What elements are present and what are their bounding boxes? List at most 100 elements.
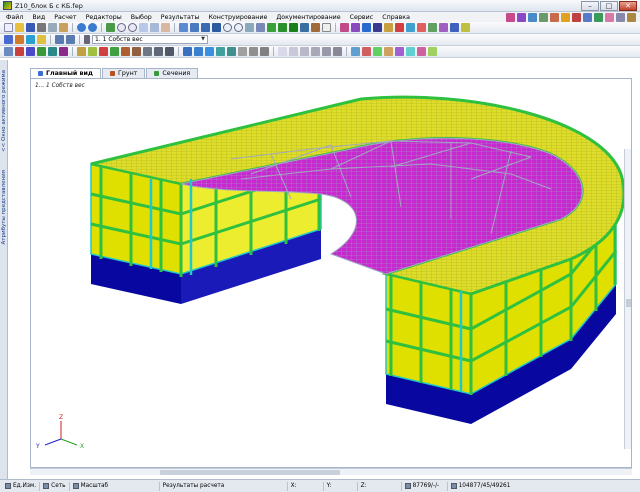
monitor-icon[interactable]	[256, 23, 265, 32]
arrow-icon[interactable]	[362, 23, 371, 32]
bar-icon[interactable]	[406, 23, 415, 32]
menu-calculation[interactable]: Расчет	[54, 14, 76, 21]
flag-icon[interactable]	[99, 47, 108, 56]
hinge-icon[interactable]	[260, 47, 269, 56]
move-icon[interactable]	[583, 12, 592, 22]
grid-icon[interactable]	[616, 12, 625, 22]
grid-cell[interactable]: Сеть	[39, 481, 68, 491]
horizontal-scroll-thumb[interactable]	[160, 470, 340, 475]
plate-icon[interactable]	[322, 47, 331, 56]
chart-icon[interactable]	[300, 23, 309, 32]
eye-icon[interactable]	[234, 23, 243, 32]
cube-icon[interactable]	[561, 12, 570, 22]
zoom-window-icon[interactable]	[139, 23, 148, 32]
loadcase-combo[interactable]: 1. 1 Собств вес ▼	[92, 35, 208, 44]
draw-icon[interactable]	[406, 47, 415, 56]
bar-icon[interactable]	[439, 23, 448, 32]
menu-service[interactable]: Сервис	[350, 14, 374, 21]
open-folder-icon[interactable]	[15, 23, 24, 32]
flag-icon[interactable]	[110, 47, 119, 56]
close-button[interactable]: ✕	[619, 1, 637, 11]
pencil-icon[interactable]	[506, 12, 515, 22]
brick-icon[interactable]	[132, 47, 141, 56]
print-icon[interactable]	[37, 23, 46, 32]
vertical-scroll-thumb[interactable]	[626, 299, 631, 307]
bar-icon[interactable]	[428, 23, 437, 32]
arrow-icon[interactable]	[66, 35, 75, 44]
save-icon[interactable]	[26, 23, 35, 32]
zoom-all-icon[interactable]	[150, 23, 159, 32]
load-icon[interactable]	[15, 35, 24, 44]
hinge-icon[interactable]	[249, 47, 258, 56]
plate-icon[interactable]	[311, 47, 320, 56]
view-front-icon[interactable]	[190, 23, 199, 32]
menu-file[interactable]: Файл	[6, 14, 23, 21]
active-mode-window-tab[interactable]: << Окно активного режима	[1, 70, 7, 152]
plate-icon[interactable]	[300, 47, 309, 56]
node-icon[interactable]	[594, 12, 603, 22]
filter-icon[interactable]	[77, 47, 86, 56]
menu-editors[interactable]: Редакторы	[86, 14, 122, 21]
copy-icon[interactable]	[48, 23, 57, 32]
chart-icon[interactable]	[278, 23, 287, 32]
eye-icon[interactable]	[223, 23, 232, 32]
draw-icon[interactable]	[351, 47, 360, 56]
mesh-icon[interactable]	[194, 47, 203, 56]
units-cell[interactable]: Ед.Изм.	[2, 482, 39, 491]
pen-icon[interactable]	[351, 23, 360, 32]
menu-help[interactable]: Справка	[382, 14, 410, 21]
steel-icon[interactable]	[154, 47, 163, 56]
support-icon[interactable]	[216, 47, 225, 56]
zoom-out-icon[interactable]	[128, 23, 137, 32]
load-icon[interactable]	[37, 35, 46, 44]
tab-sections[interactable]: Сечения	[146, 68, 199, 78]
model-viewport[interactable]: 1... 1 Собств вес Z X Y	[30, 78, 632, 468]
redo-icon[interactable]	[88, 23, 97, 32]
select-icon[interactable]	[59, 47, 68, 56]
grid-icon[interactable]	[4, 47, 13, 56]
filter-icon[interactable]	[88, 47, 97, 56]
menu-view[interactable]: Вид	[32, 14, 45, 21]
steel-icon[interactable]	[143, 47, 152, 56]
mesh-icon[interactable]	[205, 47, 214, 56]
view-iso-icon[interactable]	[179, 23, 188, 32]
pen-icon[interactable]	[340, 23, 349, 32]
bar-icon[interactable]	[417, 23, 426, 32]
building-model[interactable]: Z X Y	[31, 79, 631, 467]
vertical-scrollbar[interactable]	[624, 149, 631, 449]
bar-icon[interactable]	[395, 23, 404, 32]
layers-icon[interactable]	[384, 23, 393, 32]
bar-icon[interactable]	[450, 23, 459, 32]
eraser-icon[interactable]	[605, 12, 614, 22]
fragment-icon[interactable]	[245, 23, 254, 32]
pencil-icon[interactable]	[572, 12, 581, 22]
load-icon[interactable]	[4, 35, 13, 44]
draw-icon[interactable]	[362, 47, 371, 56]
check-icon[interactable]	[322, 23, 331, 32]
undo-icon[interactable]	[77, 23, 86, 32]
menu-design[interactable]: Конструирование	[208, 14, 267, 21]
draw-icon[interactable]	[417, 47, 426, 56]
bar-icon[interactable]	[461, 23, 470, 32]
load-icon[interactable]	[26, 35, 35, 44]
plate-icon[interactable]	[278, 47, 287, 56]
node-icon[interactable]	[26, 47, 35, 56]
results-cell[interactable]: Результаты расчета	[158, 481, 287, 491]
paste-icon[interactable]	[59, 23, 68, 32]
menu-selection[interactable]: Выбор	[131, 14, 152, 21]
tab-main-view[interactable]: Главный вид	[30, 68, 101, 78]
draw-icon[interactable]	[428, 47, 437, 56]
new-file-icon[interactable]	[4, 23, 13, 32]
plate-icon[interactable]	[333, 47, 342, 56]
draw-icon[interactable]	[395, 47, 404, 56]
select-icon[interactable]	[48, 47, 57, 56]
horizontal-scrollbar[interactable]	[30, 468, 632, 475]
select-icon[interactable]	[539, 12, 548, 22]
menu-documentation[interactable]: Документирование	[276, 14, 340, 21]
chart-icon[interactable]	[267, 23, 276, 32]
maximize-button[interactable]: □	[600, 1, 618, 11]
minimize-button[interactable]: –	[581, 1, 599, 11]
brick-icon[interactable]	[121, 47, 130, 56]
steel-icon[interactable]	[165, 47, 174, 56]
node-icon[interactable]	[373, 23, 382, 32]
